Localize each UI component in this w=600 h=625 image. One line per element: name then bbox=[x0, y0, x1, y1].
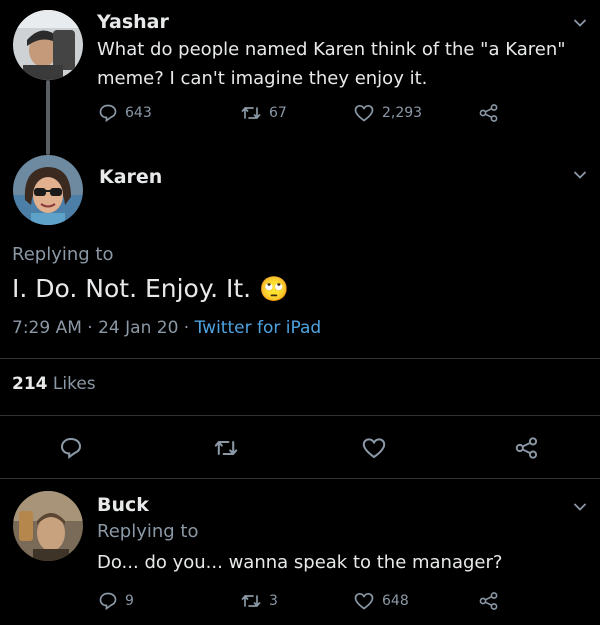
meta-separator: · bbox=[87, 318, 93, 338]
chevron-down-icon[interactable] bbox=[573, 168, 587, 182]
divider bbox=[0, 478, 600, 479]
heart-icon bbox=[354, 592, 374, 610]
eye-roll-emoji: 🙄 bbox=[259, 274, 289, 303]
divider bbox=[0, 415, 600, 416]
retweet-icon[interactable] bbox=[212, 436, 240, 460]
reply-count: 643 bbox=[125, 105, 152, 121]
tweet-text: What do people named Karen think of the … bbox=[97, 39, 566, 89]
heart-icon[interactable] bbox=[360, 436, 388, 460]
avatar-yashar[interactable] bbox=[13, 10, 83, 80]
author-name[interactable]: Karen bbox=[99, 166, 162, 188]
reply-icon bbox=[99, 592, 117, 611]
share-icon bbox=[479, 104, 498, 122]
share-button[interactable] bbox=[478, 591, 500, 611]
chevron-down-icon[interactable] bbox=[573, 500, 587, 514]
tweet-time[interactable]: 7:29 AM bbox=[12, 318, 82, 338]
retweet-count: 3 bbox=[269, 593, 278, 609]
avatar-yashar-image bbox=[13, 10, 83, 80]
likes-label: Likes bbox=[52, 374, 96, 394]
meta-separator: · bbox=[183, 318, 190, 338]
chevron-down-icon[interactable] bbox=[573, 16, 587, 30]
reply-button[interactable]: 9 bbox=[98, 591, 134, 611]
like-button[interactable]: 2,293 bbox=[353, 103, 422, 123]
author-name[interactable]: Buck bbox=[97, 494, 149, 516]
reply-icon[interactable] bbox=[58, 436, 84, 460]
share-button[interactable] bbox=[478, 103, 500, 123]
likes-summary[interactable]: 214 Likes bbox=[12, 374, 96, 394]
reply-text: Do... do you... wanna speak to the manag… bbox=[97, 552, 503, 573]
retweet-button[interactable]: 3 bbox=[240, 591, 278, 611]
like-count: 2,293 bbox=[382, 105, 423, 121]
likes-total: 214 bbox=[12, 374, 48, 394]
main-tweet-text: I. Do. Not. Enjoy. It. bbox=[12, 274, 252, 303]
replying-to-label: Replying to bbox=[12, 244, 114, 265]
like-count: 648 bbox=[382, 593, 409, 609]
author-name[interactable]: Yashar bbox=[97, 11, 169, 33]
retweet-icon bbox=[241, 595, 261, 607]
tweet-date[interactable]: 24 Jan 20 bbox=[98, 318, 178, 338]
tweet-source-link[interactable]: Twitter for iPad bbox=[195, 318, 322, 338]
main-tweet-body: I. Do. Not. Enjoy. It. 🙄 bbox=[12, 274, 289, 303]
reply-button[interactable]: 643 bbox=[98, 103, 152, 123]
tweet-meta: 7:29 AM · 24 Jan 20 · Twitter for iPad bbox=[12, 318, 321, 338]
share-icon[interactable] bbox=[513, 436, 541, 460]
like-button[interactable]: 648 bbox=[353, 591, 409, 611]
avatar-karen-image bbox=[13, 155, 83, 225]
share-icon bbox=[479, 592, 498, 610]
reply-icon bbox=[99, 104, 117, 123]
divider bbox=[0, 358, 600, 359]
thread-connector bbox=[46, 80, 50, 155]
avatar-buck[interactable] bbox=[13, 491, 83, 561]
reply-count: 9 bbox=[125, 593, 134, 609]
retweet-button[interactable]: 67 bbox=[240, 103, 287, 123]
retweet-icon bbox=[241, 107, 261, 119]
replying-to-label: Replying to bbox=[97, 521, 199, 542]
heart-icon bbox=[354, 104, 374, 122]
avatar-karen[interactable] bbox=[13, 155, 83, 225]
retweet-count: 67 bbox=[269, 105, 287, 121]
avatar-buck-image bbox=[13, 491, 83, 561]
